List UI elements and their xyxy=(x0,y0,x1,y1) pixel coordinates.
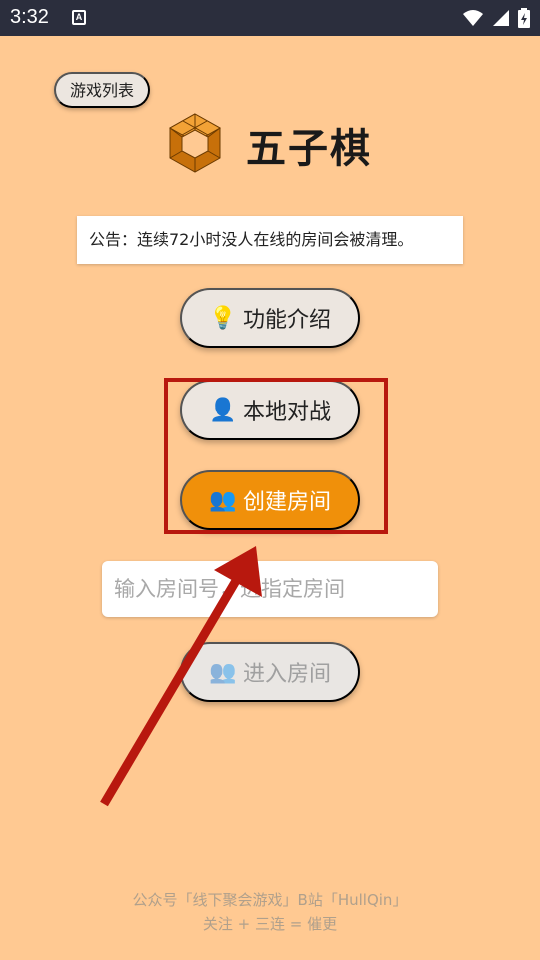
footer: 公众号「线下聚会游戏」B站「HullQin」 关注 + 三连 = 催更 xyxy=(0,888,540,936)
game-list-button[interactable]: 游戏列表 xyxy=(54,72,150,108)
lightbulb-icon: 💡 xyxy=(208,305,237,330)
people-icon: 👥 xyxy=(208,659,237,684)
room-number-input[interactable] xyxy=(102,561,438,617)
footer-cta: 关注 + 三连 = 催更 xyxy=(202,915,338,933)
signal-icon xyxy=(493,10,509,26)
battery-icon xyxy=(518,8,530,28)
footer-credits: 公众号「线下聚会游戏」B站「HullQin」 xyxy=(132,891,408,909)
wifi-icon xyxy=(463,10,483,26)
annotation-highlight-box xyxy=(164,378,388,534)
intro-button[interactable]: 💡 功能介绍 xyxy=(180,288,360,348)
status-icons xyxy=(462,7,530,29)
enter-room-button[interactable]: 👥 进入房间 xyxy=(180,642,360,702)
intro-button-label: 功能介绍 xyxy=(242,307,331,332)
notice-banner: 公告：连续72小时没人在线的房间会被清理。 xyxy=(77,216,463,264)
app-notification-icon: A xyxy=(72,10,86,25)
game-logo-icon xyxy=(168,113,222,173)
enter-room-button-label: 进入房间 xyxy=(242,661,331,686)
app-title: 五子棋 xyxy=(246,126,372,172)
status-time: 3:32 xyxy=(10,6,49,28)
status-bar: 3:32 A xyxy=(0,0,540,36)
